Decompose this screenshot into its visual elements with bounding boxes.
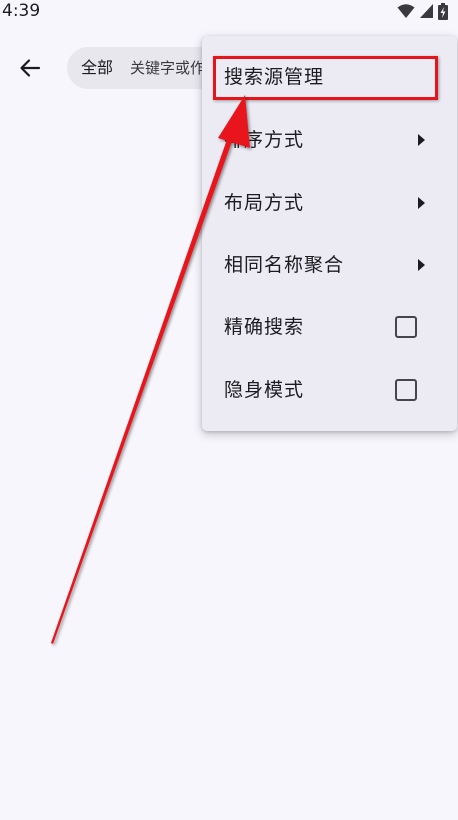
- menu-item-same-name-aggregation[interactable]: 相同名称聚合: [202, 234, 457, 296]
- menu-item-label: 排序方式: [224, 129, 305, 151]
- menu-item-sort-mode[interactable]: 排序方式: [202, 109, 457, 171]
- status-icons: [397, 2, 448, 20]
- submenu-arrow-icon: [418, 259, 425, 271]
- wifi-icon: [397, 4, 415, 18]
- status-time: 4:39: [2, 1, 41, 21]
- menu-item-label: 布局方式: [224, 192, 305, 214]
- submenu-arrow-icon: [418, 197, 425, 209]
- submenu-arrow-icon: [418, 134, 425, 146]
- exact-search-checkbox[interactable]: [395, 316, 417, 338]
- status-bar: 4:39: [0, 0, 458, 26]
- battery-charging-icon: [438, 2, 448, 20]
- cellular-signal-icon: [420, 4, 433, 18]
- menu-item-label: 搜索源管理: [224, 66, 325, 88]
- menu-item-label: 相同名称聚合: [224, 254, 345, 276]
- menu-item-search-source-management[interactable]: 搜索源管理: [202, 46, 457, 108]
- incognito-mode-checkbox[interactable]: [395, 379, 417, 401]
- menu-item-label: 隐身模式: [224, 379, 305, 401]
- arrow-left-icon: [20, 59, 41, 77]
- menu-item-exact-search[interactable]: 精确搜索: [202, 296, 457, 358]
- menu-item-incognito-mode[interactable]: 隐身模式: [202, 359, 457, 421]
- back-button[interactable]: [10, 48, 50, 88]
- menu-item-label: 精确搜索: [224, 316, 305, 338]
- menu-item-layout-mode[interactable]: 布局方式: [202, 172, 457, 234]
- overflow-menu: 搜索源管理 排序方式 布局方式 相同名称聚合 精确搜索 隐身模式: [202, 36, 457, 431]
- search-screen: 4:39 全部 关键字或作者 搜索源管理 排序方式 布局方式 相同名称聚合 精确…: [0, 0, 458, 820]
- search-scope-selector[interactable]: 全部: [81, 47, 113, 89]
